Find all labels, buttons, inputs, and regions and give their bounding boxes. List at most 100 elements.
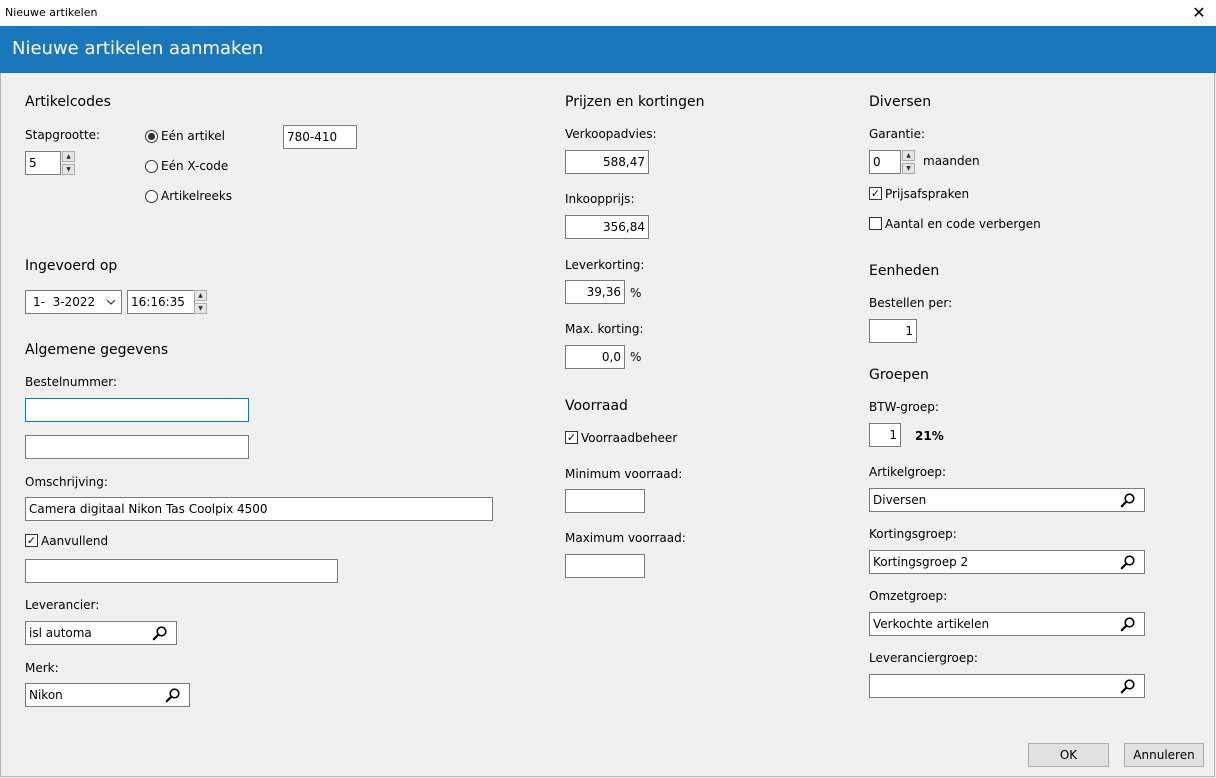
window-title: Nieuwe artikelen	[5, 6, 98, 19]
garantie-spinner[interactable]: ▲ ▼	[902, 150, 915, 174]
btw-groep-input[interactable]: 1	[869, 423, 901, 447]
search-icon[interactable]	[165, 687, 181, 703]
omzetgroep-value: Verkochte artikelen	[873, 617, 990, 631]
leverkorting-input[interactable]: 39,36	[565, 280, 625, 304]
spin-down-icon[interactable]: ▼	[194, 303, 207, 314]
prijsafspraken-checkbox[interactable]: ✓	[869, 187, 882, 200]
aanvullend-label[interactable]: Aanvullend	[41, 534, 108, 548]
garantie-input[interactable]: 0	[869, 150, 901, 174]
voorraadbeheer-label[interactable]: Voorraadbeheer	[581, 431, 677, 445]
max-korting-percent: %	[630, 350, 642, 364]
checkmark-icon: ✓	[870, 187, 881, 200]
radio-artikelreeks[interactable]	[145, 190, 158, 203]
maximum-voorraad-label: Maximum voorraad:	[565, 531, 686, 545]
section-diversen-heading: Diversen	[869, 94, 932, 110]
leverancier-lookup[interactable]: isl automa	[25, 621, 177, 645]
annuleren-button[interactable]: Annuleren	[1124, 743, 1204, 767]
bestelnummer-input[interactable]	[25, 398, 249, 422]
dialog-border	[0, 73, 1215, 777]
bestelnummer-extra-input[interactable]	[25, 435, 249, 459]
date-value: 1- 3-2022	[33, 295, 96, 309]
maximum-voorraad-input[interactable]	[565, 554, 645, 578]
search-icon[interactable]	[152, 625, 168, 641]
time-spinner[interactable]: ▲ ▼	[194, 290, 207, 314]
leveranciergroep-lookup[interactable]	[869, 674, 1145, 698]
kortingsgroep-label: Kortingsgroep:	[869, 527, 957, 541]
section-eenheden-heading: Eenheden	[869, 263, 940, 279]
stapgrootte-spinner[interactable]: ▲ ▼	[62, 151, 75, 175]
verkoopadvies-input[interactable]: 588,47	[565, 150, 649, 174]
verkoopadvies-label: Verkoopadvies:	[565, 127, 657, 141]
omzetgroep-label: Omzetgroep:	[869, 589, 948, 603]
minimum-voorraad-input[interactable]	[565, 489, 645, 513]
leveranciergroep-label: Leveranciergroep:	[869, 651, 978, 665]
max-korting-label: Max. korting:	[565, 322, 644, 336]
inkoopprijs-label: Inkoopprijs:	[565, 192, 635, 206]
radio-een-x-code[interactable]	[145, 160, 158, 173]
btw-groep-label: BTW-groep:	[869, 400, 939, 414]
artikelgroep-value: Diversen	[873, 493, 927, 507]
leverancier-label: Leverancier:	[25, 598, 100, 612]
bestelnummer-label: Bestelnummer:	[25, 375, 118, 389]
merk-lookup[interactable]: Nikon	[25, 683, 190, 707]
aanvullend-input[interactable]	[25, 559, 338, 583]
radio-een-artikel-label[interactable]: Eén artikel	[161, 129, 225, 143]
spin-up-icon[interactable]: ▲	[194, 290, 207, 301]
omzetgroep-lookup[interactable]: Verkochte artikelen	[869, 612, 1145, 636]
verbergen-checkbox[interactable]	[869, 217, 882, 230]
close-icon[interactable]: ✕	[1188, 2, 1210, 24]
kortingsgroep-lookup[interactable]: Kortingsgroep 2	[869, 550, 1145, 574]
omschrijving-label: Omschrijving:	[25, 475, 108, 489]
prijsafspraken-label[interactable]: Prijsafspraken	[885, 187, 969, 201]
aanvullend-checkbox[interactable]: ✓	[25, 534, 38, 547]
omschrijving-input[interactable]: Camera digitaal Nikon Tas Coolpix 4500	[25, 497, 493, 521]
section-prijzen-heading: Prijzen en kortingen	[565, 94, 705, 110]
spin-down-icon[interactable]: ▼	[62, 164, 75, 175]
spin-down-icon[interactable]: ▼	[902, 163, 915, 174]
radio-artikelreeks-label[interactable]: Artikelreeks	[161, 189, 232, 203]
stapgrootte-input[interactable]: 5	[25, 151, 61, 175]
btw-percentage: 21%	[915, 429, 944, 443]
section-algemeen-heading: Algemene gegevens	[25, 342, 169, 358]
max-korting-input[interactable]: 0,0	[565, 345, 625, 369]
minimum-voorraad-label: Minimum voorraad:	[565, 467, 683, 481]
inkoopprijs-input[interactable]: 356,84	[565, 215, 649, 239]
bestellen-per-input[interactable]: 1	[869, 319, 917, 343]
date-picker[interactable]: 1- 3-2022	[25, 290, 122, 314]
bestellen-per-label: Bestellen per:	[869, 296, 953, 310]
leverancier-value: isl automa	[29, 626, 92, 640]
section-artikelcodes-heading: Artikelcodes	[25, 94, 111, 110]
checkmark-icon: ✓	[26, 534, 37, 547]
section-voorraad-heading: Voorraad	[565, 398, 628, 414]
merk-value: Nikon	[29, 688, 63, 702]
artikelgroep-lookup[interactable]: Diversen	[869, 488, 1145, 512]
chevron-down-icon	[106, 299, 116, 305]
time-input[interactable]: 16:16:35	[127, 290, 195, 314]
spin-up-icon[interactable]: ▲	[902, 150, 915, 161]
search-icon[interactable]	[1120, 616, 1136, 632]
garantie-label: Garantie:	[869, 127, 926, 141]
artikelgroep-label: Artikelgroep:	[869, 465, 947, 479]
title-bar: Nieuwe artikelen ✕	[0, 0, 1216, 26]
ok-button[interactable]: OK	[1028, 743, 1109, 767]
spin-up-icon[interactable]: ▲	[62, 151, 75, 162]
dialog-heading: Nieuwe artikelen aanmaken	[12, 38, 264, 59]
header-banner: Nieuwe artikelen aanmaken	[0, 26, 1216, 73]
search-icon[interactable]	[1120, 554, 1136, 570]
leverkorting-percent: %	[630, 286, 642, 300]
section-groepen-heading: Groepen	[869, 367, 929, 383]
radio-een-x-code-label[interactable]: Eén X-code	[161, 159, 228, 173]
verbergen-label[interactable]: Aantal en code verbergen	[885, 217, 1041, 231]
voorraadbeheer-checkbox[interactable]: ✓	[565, 431, 578, 444]
section-ingevoerd-heading: Ingevoerd op	[25, 258, 118, 274]
leverkorting-label: Leverkorting:	[565, 258, 645, 272]
checkmark-icon: ✓	[566, 431, 577, 444]
radio-een-artikel[interactable]	[145, 130, 158, 143]
maanden-label: maanden	[923, 154, 980, 168]
artikelcode-input[interactable]: 780-410	[283, 125, 357, 149]
search-icon[interactable]	[1120, 678, 1136, 694]
kortingsgroep-value: Kortingsgroep 2	[873, 555, 969, 569]
merk-label: Merk:	[25, 661, 59, 675]
stapgrootte-label: Stapgrootte:	[25, 128, 101, 142]
search-icon[interactable]	[1120, 492, 1136, 508]
